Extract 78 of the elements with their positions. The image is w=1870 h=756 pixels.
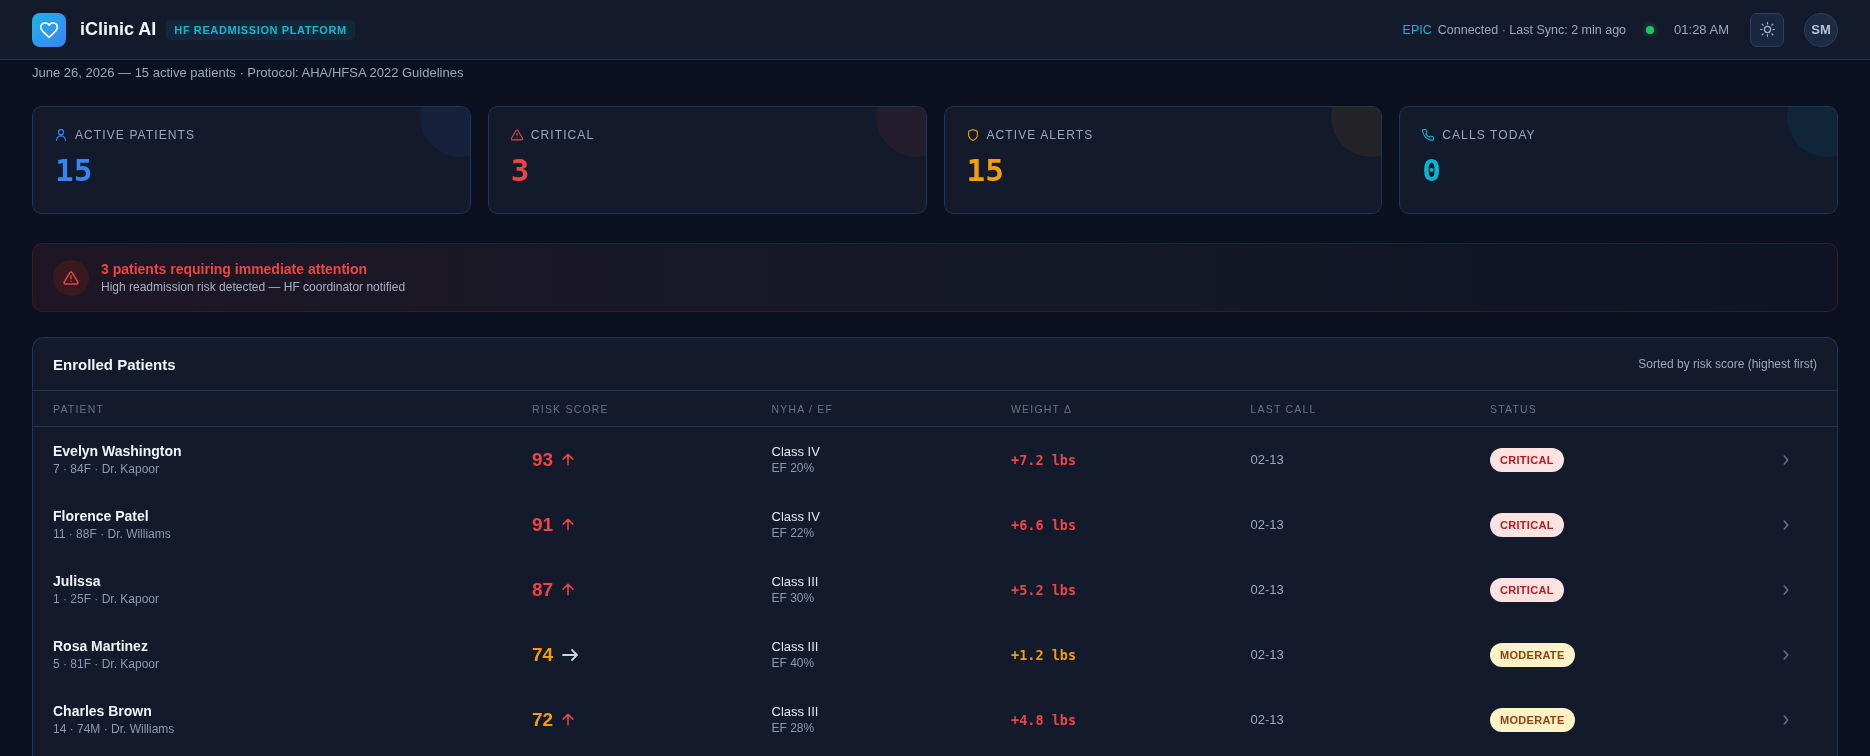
alert-message: High readmission risk detected — HF coordinator notified (101, 280, 406, 295)
status-badge: MODERATE (1490, 642, 1575, 667)
patient-name: Evelyn Washington (53, 442, 182, 460)
weight-change: +5.2 lbs (1011, 581, 1077, 598)
nyha-class: Class IV (771, 508, 820, 525)
stat-label: CALLS TODAY (1442, 128, 1536, 142)
stat-value: 3 (510, 152, 530, 188)
weight-change: +4.8 lbs (1011, 711, 1077, 728)
risk-score: 91 (532, 513, 554, 536)
chevron-right-icon[interactable] (1783, 649, 1789, 660)
risk-score: 87 (532, 578, 554, 601)
column-header: STATUS (1490, 402, 1538, 415)
weight-change: +6.6 lbs (1011, 516, 1077, 533)
nyha-class: Class III (771, 573, 819, 590)
sort-note: Sorted by risk score (highest first) (1638, 357, 1817, 371)
app-title: iClinic AI (80, 19, 157, 40)
risk-score: 93 (532, 448, 554, 471)
warning-icon (53, 259, 89, 296)
weight-change: +7.2 lbs (1011, 451, 1077, 468)
last-call-date: 02-13 (1250, 712, 1284, 727)
column-header: PATIENT (53, 402, 105, 415)
sync-status: Connected · Last Sync: 2 min ago (1437, 22, 1627, 37)
theme-toggle-button[interactable] (1750, 12, 1784, 47)
ejection-fraction: EF 22% (771, 525, 815, 541)
chevron-right-icon[interactable] (1783, 454, 1789, 465)
column-header: RISK SCORE (532, 402, 609, 415)
patient-details: 1 · 25F · Dr. Kapoor (53, 591, 160, 607)
clock-time: 01:28 AM (1674, 22, 1729, 37)
shield-icon (966, 129, 979, 141)
weight-change: +1.2 lbs (1011, 646, 1077, 663)
chevron-right-icon[interactable] (1783, 584, 1789, 595)
alert-title: 3 patients requiring immediate attention (101, 260, 368, 278)
stat-label: CRITICAL (530, 128, 595, 142)
patient-details: 14 · 74M · Dr. Williams (53, 721, 175, 737)
stat-value: 15 (55, 152, 93, 188)
heart-logo-icon (32, 12, 66, 47)
column-header: WEIGHT Δ (1011, 402, 1073, 415)
column-header: LAST CALL (1250, 402, 1317, 415)
status-badge: CRITICAL (1490, 512, 1564, 537)
platform-badge: HF READMISSION PLATFORM (166, 19, 355, 40)
summary-text: June 26, 2026 — 15 active patients · Protocol: AHA/HFSA 2022 Guidelines (32, 65, 464, 81)
ejection-fraction: EF 28% (771, 720, 815, 736)
nyha-class: Class III (771, 638, 819, 655)
patient-details: 7 · 84F · Dr. Kapoor (53, 461, 160, 477)
stat-value: 15 (966, 152, 1004, 188)
ejection-fraction: EF 30% (771, 590, 815, 606)
stat-label: ACTIVE PATIENTS (75, 128, 196, 142)
status-badge: CRITICAL (1490, 577, 1564, 602)
patient-details: 11 · 88F · Dr. Williams (53, 526, 171, 542)
ejection-fraction: EF 40% (771, 655, 815, 671)
sun-icon (1759, 22, 1775, 37)
chevron-right-icon[interactable] (1783, 519, 1789, 530)
nyha-class: Class III (771, 703, 819, 720)
risk-score: 74 (532, 643, 554, 666)
status-badge: CRITICAL (1490, 447, 1564, 472)
patient-details: 5 · 81F · Dr. Kapoor (53, 656, 160, 672)
chevron-right-icon[interactable] (1783, 714, 1789, 725)
patient-name: Rosa Martinez (53, 637, 148, 655)
person-icon (55, 129, 67, 141)
last-call-date: 02-13 (1250, 582, 1284, 597)
table-title: Enrolled Patients (53, 355, 176, 373)
status-badge: MODERATE (1490, 707, 1575, 732)
last-call-date: 02-13 (1250, 647, 1284, 662)
patient-name: Julissa (53, 572, 101, 590)
user-avatar[interactable]: SM (1804, 12, 1838, 47)
last-call-date: 02-13 (1250, 452, 1284, 467)
stat-label: ACTIVE ALERTS (986, 128, 1094, 142)
patient-name: Florence Patel (53, 507, 149, 525)
risk-score: 72 (532, 708, 554, 731)
ejection-fraction: EF 20% (771, 460, 815, 476)
warning-triangle-icon (510, 129, 523, 141)
ehr-label: EPIC (1402, 22, 1432, 37)
patient-name: Charles Brown (53, 702, 152, 720)
phone-icon (1422, 129, 1435, 141)
last-call-date: 02-13 (1250, 517, 1284, 532)
nyha-class: Class IV (771, 443, 820, 460)
column-header: NYHA / EF (771, 402, 834, 415)
stat-value: 0 (1422, 152, 1441, 188)
